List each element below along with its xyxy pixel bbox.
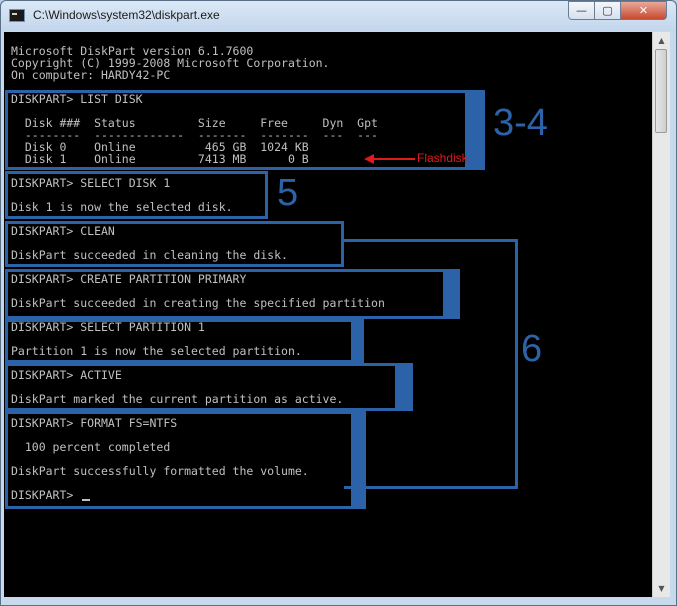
close-button[interactable]: ✕ (620, 1, 667, 20)
annotation-tab-3-4 (468, 90, 485, 170)
flashdisk-label: Flashdisk (417, 151, 468, 165)
flashdisk-arrow (373, 158, 415, 160)
console-line: On computer: HARDY42-PC (11, 68, 171, 82)
annotation-box-format (5, 411, 366, 509)
title-bar[interactable]: C:\Windows\system32\diskpart.exe — ▢ ✕ (1, 1, 676, 31)
vertical-scrollbar[interactable]: ▲ ▼ (652, 32, 670, 597)
console-window: C:\Windows\system32\diskpart.exe — ▢ ✕ M… (0, 0, 677, 606)
annotation-label-6: 6 (521, 328, 543, 370)
console-app-icon (9, 9, 25, 22)
arrow-head-icon (364, 154, 374, 164)
annotation-box-select-partition (5, 319, 364, 363)
annotation-label-5: 5 (277, 172, 299, 214)
minimize-button[interactable]: — (568, 1, 595, 20)
annotation-label-3-4: 3-4 (493, 102, 548, 144)
annotation-bracket-6 (344, 239, 518, 489)
scrollbar-thumb[interactable] (655, 49, 667, 133)
window-title: C:\Windows\system32\diskpart.exe (33, 8, 220, 22)
scroll-down-arrow-icon[interactable]: ▼ (653, 580, 670, 597)
annotation-box-select-disk (5, 171, 268, 219)
maximize-button[interactable]: ▢ (594, 1, 621, 20)
annotation-box-clean (5, 221, 344, 267)
scroll-up-arrow-icon[interactable]: ▲ (653, 32, 670, 49)
